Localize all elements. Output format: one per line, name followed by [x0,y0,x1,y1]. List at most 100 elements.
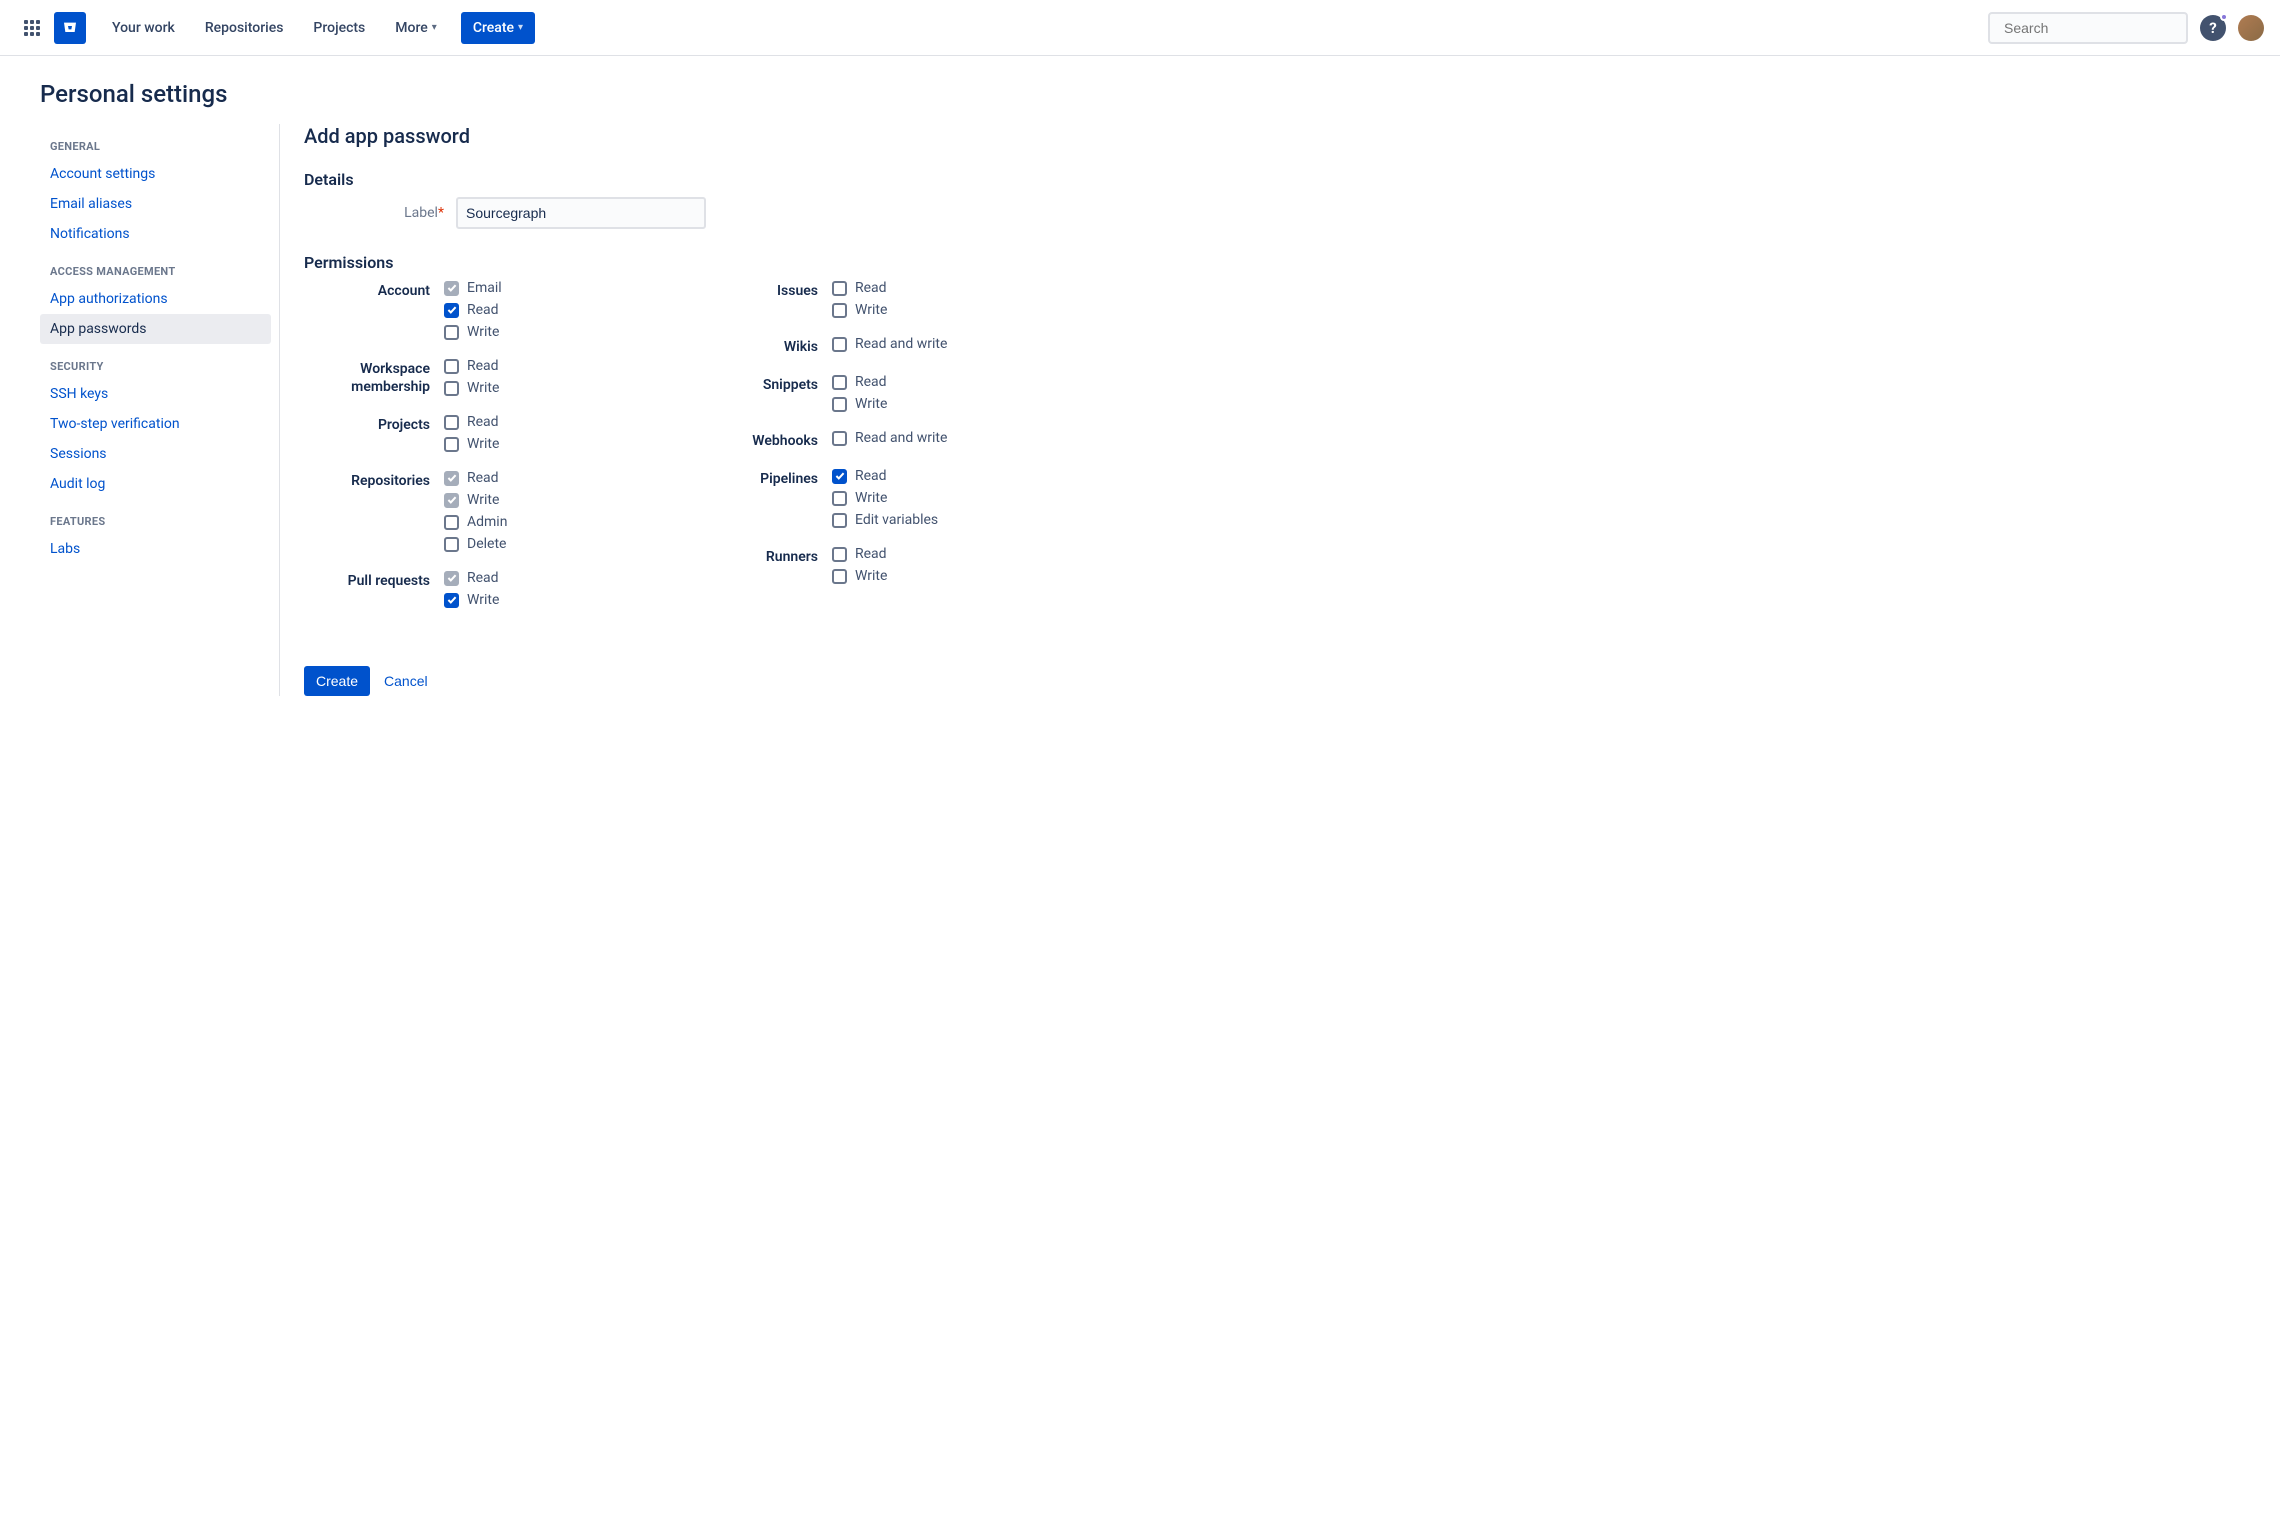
perm-option[interactable]: Edit variables [832,512,938,528]
perm-option[interactable]: Write [832,568,887,584]
sidebar-section-label: ACCESS MANAGEMENT [40,249,271,284]
main-heading: Add app password [304,124,1040,148]
perm-option-label: Read [855,280,887,296]
permissions-grid: AccountEmailReadWriteWorkspace membershi… [304,280,1040,626]
perm-group-label: Webhooks [692,430,832,450]
sidebar-item-sessions[interactable]: Sessions [40,439,271,469]
nav-projects[interactable]: Projects [301,0,377,56]
checkbox[interactable] [832,397,847,412]
perm-group-label: Repositories [304,470,444,552]
sidebar-item-app-authorizations[interactable]: App authorizations [40,284,271,314]
checkbox [444,281,459,296]
perm-option[interactable]: Write [832,396,887,412]
checkbox[interactable] [444,359,459,374]
perm-option-label: Edit variables [855,512,938,528]
checkbox[interactable] [832,469,847,484]
perm-option-label: Read and write [855,336,947,352]
checkbox[interactable] [832,569,847,584]
chevron-down-icon: ▾ [518,22,523,33]
sidebar-item-notifications[interactable]: Notifications [40,219,271,249]
checkbox[interactable] [444,437,459,452]
bitbucket-logo[interactable] [54,12,86,44]
search-input[interactable] [2004,20,2185,36]
checkbox[interactable] [444,515,459,530]
perm-option-label: Read [467,358,499,374]
checkbox[interactable] [444,593,459,608]
checkbox[interactable] [444,381,459,396]
perm-option[interactable]: Read [832,546,887,562]
perm-option[interactable]: Read [444,358,499,374]
top-nav-right: ? [1988,12,2264,44]
perm-option[interactable]: Write [832,302,887,318]
checkbox [444,571,459,586]
sidebar-item-app-passwords[interactable]: App passwords [40,314,271,344]
checkbox[interactable] [832,281,847,296]
sidebar-item-audit-log[interactable]: Audit log [40,469,271,499]
sidebar-item-two-step-verification[interactable]: Two-step verification [40,409,271,439]
nav-repositories[interactable]: Repositories [193,0,296,56]
perm-group-account: AccountEmailReadWrite [304,280,652,340]
perm-option-label: Write [467,592,499,608]
sidebar-item-labs[interactable]: Labs [40,534,271,564]
perm-option-label: Read [855,374,887,390]
create-button[interactable]: Create ▾ [461,12,535,44]
perm-option[interactable]: Write [444,380,499,396]
checkbox[interactable] [832,547,847,562]
perm-option[interactable]: Delete [444,536,507,552]
perm-option[interactable]: Read [832,374,887,390]
permissions-left-column: AccountEmailReadWriteWorkspace membershi… [304,280,652,626]
create-submit-button[interactable]: Create [304,666,370,696]
page-title: Personal settings [40,80,2240,108]
nav-your-work[interactable]: Your work [100,0,187,56]
perm-option[interactable]: Read [444,302,502,318]
perm-option-label: Read [467,470,499,486]
perm-option-label: Read and write [855,430,947,446]
app-switcher-button[interactable] [16,12,48,44]
perm-option[interactable]: Read and write [832,336,947,352]
perm-option[interactable]: Write [832,490,938,506]
settings-sidebar: GENERALAccount settingsEmail aliasesNoti… [40,124,280,696]
checkbox[interactable] [832,303,847,318]
sidebar-item-account-settings[interactable]: Account settings [40,159,271,189]
profile-avatar[interactable] [2238,15,2264,41]
sidebar-item-ssh-keys[interactable]: SSH keys [40,379,271,409]
perm-option[interactable]: Read [832,280,887,296]
perm-option[interactable]: Read [832,468,938,484]
perm-option-label: Read [855,468,887,484]
perm-group-label: Projects [304,414,444,452]
perm-option-label: Email [467,280,502,296]
nav-more[interactable]: More ▾ [383,0,449,56]
checkbox[interactable] [444,303,459,318]
checkbox[interactable] [832,431,847,446]
perm-option[interactable]: Write [444,324,502,340]
checkbox[interactable] [832,513,847,528]
perm-option-label: Write [855,302,887,318]
top-nav: Your work Repositories Projects More ▾ C… [0,0,2280,56]
perm-option[interactable]: Write [444,436,499,452]
checkbox [444,471,459,486]
checkbox[interactable] [832,337,847,352]
perm-group-issues: IssuesReadWrite [692,280,1040,318]
perm-group-label: Snippets [692,374,832,412]
form-actions: Create Cancel [304,666,1040,696]
checkbox[interactable] [444,415,459,430]
search-box[interactable] [1988,12,2188,44]
perm-option[interactable]: Read and write [832,430,947,446]
perm-option[interactable]: Write [444,592,499,608]
checkbox[interactable] [444,537,459,552]
perm-option[interactable]: Read [444,414,499,430]
checkbox[interactable] [444,325,459,340]
sidebar-item-email-aliases[interactable]: Email aliases [40,189,271,219]
cancel-button[interactable]: Cancel [384,673,428,689]
perm-option[interactable]: Admin [444,514,507,530]
checkbox[interactable] [832,491,847,506]
help-button[interactable]: ? [2200,15,2226,41]
page: Personal settings GENERALAccount setting… [0,56,2280,720]
notification-dot [2220,13,2228,21]
label-input[interactable] [456,197,706,229]
perm-group-label: Wikis [692,336,832,356]
perm-group-wikis: Wikis Read and write [692,336,1040,356]
checkbox[interactable] [832,375,847,390]
permissions-heading: Permissions [304,253,1040,272]
perm-group-runners: RunnersReadWrite [692,546,1040,584]
